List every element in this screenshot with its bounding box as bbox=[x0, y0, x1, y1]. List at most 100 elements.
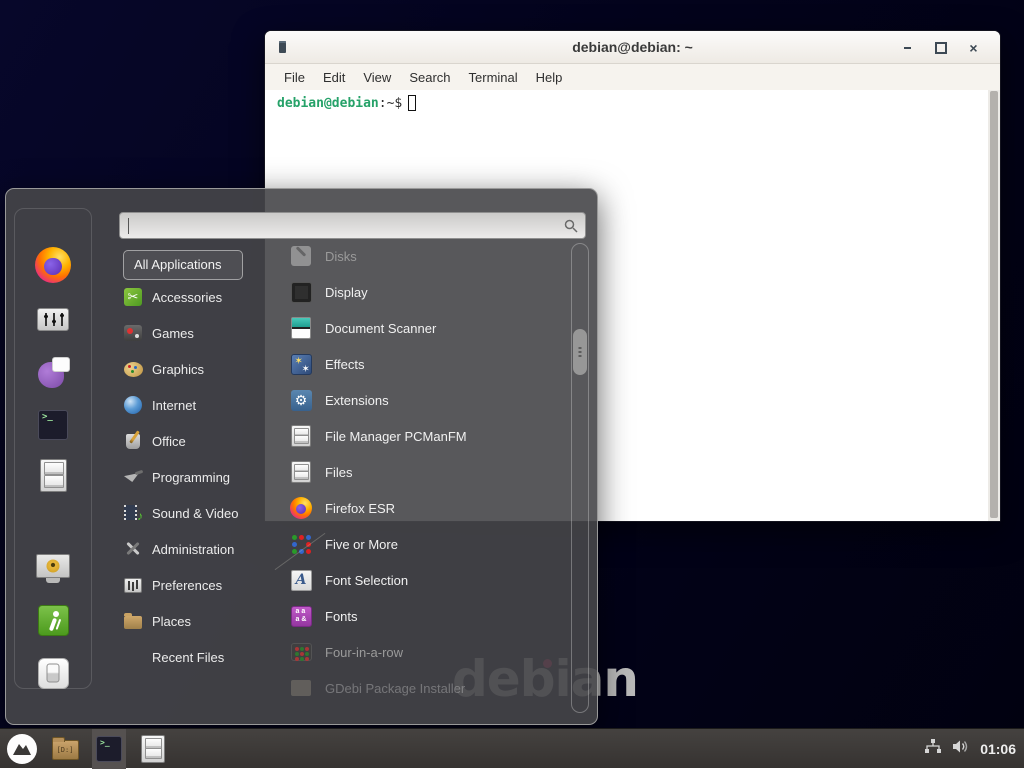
category-internet[interactable]: Internet bbox=[123, 387, 278, 423]
favorite-logout[interactable] bbox=[34, 601, 72, 639]
office-icon bbox=[126, 434, 140, 449]
app-disks[interactable]: Disks bbox=[289, 238, 567, 274]
terminal-titlebar[interactable]: debian@debian: ~ × bbox=[265, 31, 1000, 64]
accessories-icon bbox=[123, 287, 143, 307]
firefox-icon bbox=[290, 497, 312, 519]
file-cabinet-icon bbox=[141, 735, 165, 763]
category-recent-files[interactable]: Recent Files bbox=[123, 639, 278, 675]
menu-search-box[interactable] bbox=[119, 212, 586, 239]
maximize-icon[interactable] bbox=[924, 36, 957, 60]
pidgin-icon bbox=[36, 355, 70, 389]
terminal-menubar: File Edit View Search Terminal Help bbox=[265, 64, 1000, 90]
category-office[interactable]: Office bbox=[123, 423, 278, 459]
four-in-a-row-icon bbox=[291, 643, 312, 661]
all-applications-button[interactable]: All Applications bbox=[123, 250, 243, 280]
category-sound-video[interactable]: Sound & Video bbox=[123, 495, 278, 531]
mixer-icon bbox=[37, 308, 69, 331]
category-graphics[interactable]: Graphics bbox=[123, 351, 278, 387]
app-files[interactable]: Files bbox=[289, 454, 567, 490]
terminal-icon bbox=[38, 410, 68, 440]
close-icon[interactable]: × bbox=[957, 36, 990, 60]
terminal-prompt: debian@debian:~$ bbox=[277, 95, 416, 111]
app-firefox-esr[interactable]: Firefox ESR bbox=[289, 490, 567, 526]
graphics-icon bbox=[124, 362, 143, 377]
menu-terminal[interactable]: Terminal bbox=[460, 67, 527, 88]
app-document-scanner[interactable]: Document Scanner bbox=[289, 310, 567, 346]
internet-globe-icon bbox=[124, 396, 142, 414]
folder-icon bbox=[52, 740, 79, 760]
prompt-user: debian@debian bbox=[277, 96, 379, 111]
extensions-gear-icon: ⚙ bbox=[291, 390, 312, 411]
disks-icon bbox=[291, 246, 311, 266]
effects-icon bbox=[291, 354, 312, 375]
favorite-firefox[interactable] bbox=[34, 246, 72, 284]
menu-edit[interactable]: Edit bbox=[314, 67, 354, 88]
taskbar-files[interactable] bbox=[136, 729, 170, 769]
taskbar-file-manager[interactable] bbox=[48, 729, 82, 769]
favorite-mixer[interactable] bbox=[34, 300, 72, 338]
terminal-icon bbox=[96, 736, 122, 762]
app-display[interactable]: Display bbox=[289, 274, 567, 310]
fonts-icon: a a a & bbox=[291, 606, 312, 627]
menu-view[interactable]: View bbox=[354, 67, 400, 88]
menu-search[interactable]: Search bbox=[400, 67, 459, 88]
menu-help[interactable]: Help bbox=[527, 67, 572, 88]
file-manager-icon bbox=[291, 425, 311, 447]
logout-icon bbox=[38, 605, 69, 636]
taskbar: 01:06 bbox=[0, 728, 1024, 768]
application-menu: All Applications Accessories Games Graph… bbox=[5, 188, 598, 725]
app-four-in-a-row[interactable]: Four-in-a-row bbox=[289, 634, 567, 670]
category-list: Accessories Games Graphics Internet Offi… bbox=[123, 279, 278, 675]
favorite-lock-screen[interactable] bbox=[34, 547, 72, 585]
app-effects[interactable]: Effects bbox=[289, 346, 567, 382]
app-fonts[interactable]: a a a &Fonts bbox=[289, 598, 567, 634]
search-icon bbox=[564, 219, 578, 238]
window-controls: × bbox=[891, 31, 990, 64]
terminal-cursor bbox=[408, 95, 416, 111]
places-folder-icon bbox=[124, 616, 142, 629]
programming-icon bbox=[123, 467, 143, 487]
menu-file[interactable]: File bbox=[275, 67, 314, 88]
terminal-scrollbar[interactable] bbox=[988, 90, 1000, 521]
app-file-manager-pcmanfm[interactable]: File Manager PCManFM bbox=[289, 418, 567, 454]
system-tray: 01:06 bbox=[924, 739, 1016, 759]
files-icon bbox=[291, 461, 311, 483]
application-list: Disks Display Document Scanner Effects ⚙… bbox=[289, 238, 567, 706]
taskbar-clock[interactable]: 01:06 bbox=[980, 741, 1016, 757]
games-icon bbox=[124, 325, 142, 341]
app-font-selection[interactable]: AFont Selection bbox=[289, 562, 567, 598]
app-five-or-more[interactable]: Five or More bbox=[289, 526, 567, 562]
menu-scrollbar-thumb[interactable] bbox=[573, 329, 587, 375]
menu-scrollbar[interactable] bbox=[571, 243, 589, 713]
category-games[interactable]: Games bbox=[123, 315, 278, 351]
category-places[interactable]: Places bbox=[123, 603, 278, 639]
display-icon bbox=[291, 282, 312, 303]
category-programming[interactable]: Programming bbox=[123, 459, 278, 495]
mountain-logo-icon bbox=[6, 733, 38, 765]
gdebi-icon bbox=[291, 680, 311, 696]
menu-button[interactable] bbox=[6, 733, 38, 765]
minimize-icon[interactable] bbox=[891, 36, 924, 60]
taskbar-terminal-active[interactable] bbox=[92, 729, 126, 769]
prompt-path: :~$ bbox=[379, 96, 402, 111]
volume-icon[interactable] bbox=[952, 739, 970, 759]
file-cabinet-icon bbox=[40, 459, 67, 492]
favorite-shutdown[interactable] bbox=[34, 654, 72, 692]
app-extensions[interactable]: ⚙Extensions bbox=[289, 382, 567, 418]
category-preferences[interactable]: Preferences bbox=[123, 567, 278, 603]
category-accessories[interactable]: Accessories bbox=[123, 279, 278, 315]
shutdown-icon bbox=[38, 658, 69, 689]
network-icon[interactable] bbox=[924, 739, 942, 759]
favorite-files[interactable] bbox=[34, 456, 72, 494]
app-gdebi-package-installer[interactable]: GDebi Package Installer bbox=[289, 670, 567, 706]
firefox-icon bbox=[35, 247, 71, 283]
favorite-pidgin[interactable] bbox=[34, 353, 72, 391]
text-caret bbox=[128, 218, 129, 234]
sound-video-icon bbox=[123, 503, 143, 523]
terminal-scrollbar-thumb[interactable] bbox=[990, 91, 998, 518]
favorite-terminal[interactable] bbox=[34, 406, 72, 444]
category-administration[interactable]: Administration bbox=[123, 531, 278, 567]
font-selection-icon: A bbox=[291, 570, 312, 591]
administration-tools-icon bbox=[123, 539, 143, 559]
lock-screen-icon bbox=[36, 554, 70, 578]
